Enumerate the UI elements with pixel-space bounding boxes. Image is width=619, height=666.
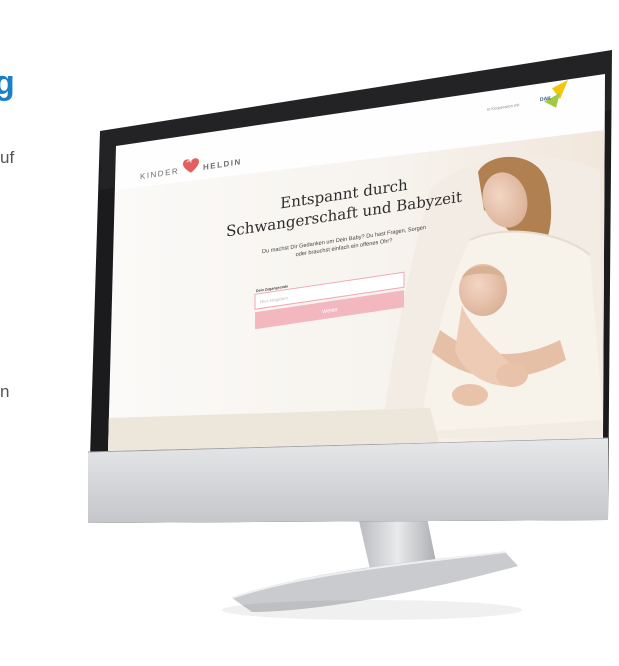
imac-mockup: KINDER HELDIN In Kooperation mit DAK Ent… [87,50,612,620]
imac-stand [222,508,522,620]
